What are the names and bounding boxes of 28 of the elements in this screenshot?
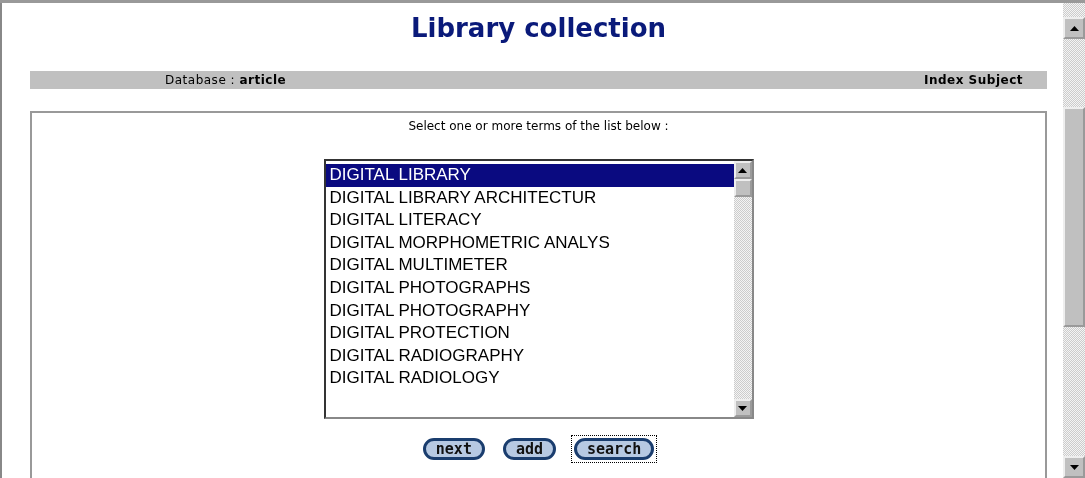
scroll-up-button[interactable] [733, 161, 752, 179]
down-arrow-icon [1069, 464, 1079, 470]
up-arrow-icon [738, 167, 747, 173]
term-option[interactable]: DIGITAL PHOTOGRAPHS [325, 276, 734, 300]
term-option[interactable]: DIGITAL RADIOLOGY [325, 367, 734, 390]
page-title: Library collection [410, 13, 667, 43]
list-scrollbar[interactable] [733, 161, 752, 417]
scroll-down-button[interactable] [1063, 456, 1085, 478]
scroll-thumb[interactable] [733, 179, 752, 197]
terms-listbox[interactable] [323, 159, 754, 419]
down-arrow-icon [738, 405, 747, 411]
action-button[interactable]: search [571, 435, 658, 463]
scroll-down-button[interactable] [733, 399, 752, 417]
term-option[interactable]: DIGITAL MULTIMETER [325, 254, 734, 277]
term-option[interactable]: DIGITAL PHOTOGRAPHY [325, 299, 734, 323]
index-label: Index Subject [923, 73, 1023, 87]
term-option[interactable]: DIGITAL LIBRARY ARCHITECTUR [325, 186, 734, 210]
up-arrow-icon [1069, 25, 1079, 31]
instruction-text: Select one or more terms of the list below : [408, 119, 669, 133]
term-option[interactable]: DIGITAL MORPHOMETRIC ANALYS [325, 231, 734, 255]
page-scrollbar[interactable] [1063, 3, 1085, 478]
scroll-thumb[interactable] [1063, 107, 1085, 327]
term-option[interactable]: DIGITAL LITERACY [325, 209, 734, 232]
term-option[interactable]: DIGITAL LIBRARY [325, 164, 734, 187]
term-option[interactable]: DIGITAL RADIOGRAPHY [325, 344, 734, 368]
term-option[interactable]: DIGITAL PROTECTION [325, 322, 734, 345]
database-label: Database : article [165, 73, 288, 87]
scroll-up-button[interactable] [1063, 17, 1085, 39]
